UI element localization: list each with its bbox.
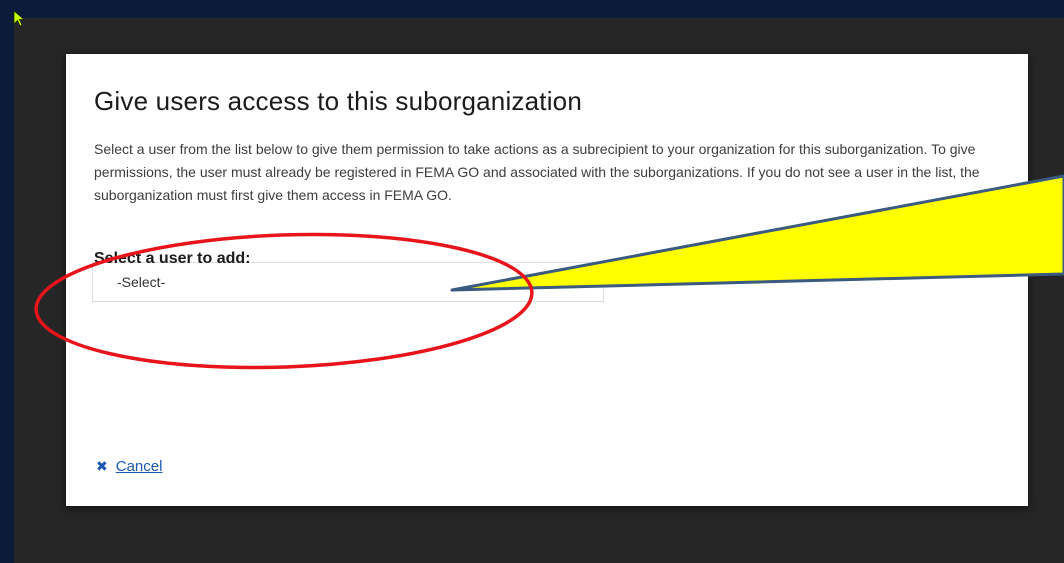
cancel-label[interactable]: Cancel — [116, 458, 163, 475]
close-icon: ✖ — [96, 458, 108, 474]
cancel-link[interactable]: ✖ Cancel — [96, 458, 162, 475]
mouse-pointer-icon — [13, 10, 26, 27]
access-dialog: Give users access to this suborganizatio… — [66, 54, 1028, 506]
select-user-label: Select a user to add: — [94, 250, 251, 267]
chevron-down-icon: ▾ — [589, 275, 595, 286]
dialog-description: Select a user from the list below to giv… — [94, 141, 980, 203]
dialog-title: Give users access to this suborganizatio… — [94, 86, 582, 116]
user-select[interactable]: -Select- ▾ — [92, 262, 604, 302]
screen: Give users access to this suborganizatio… — [0, 0, 1064, 563]
user-select-value: -Select- — [117, 274, 166, 290]
